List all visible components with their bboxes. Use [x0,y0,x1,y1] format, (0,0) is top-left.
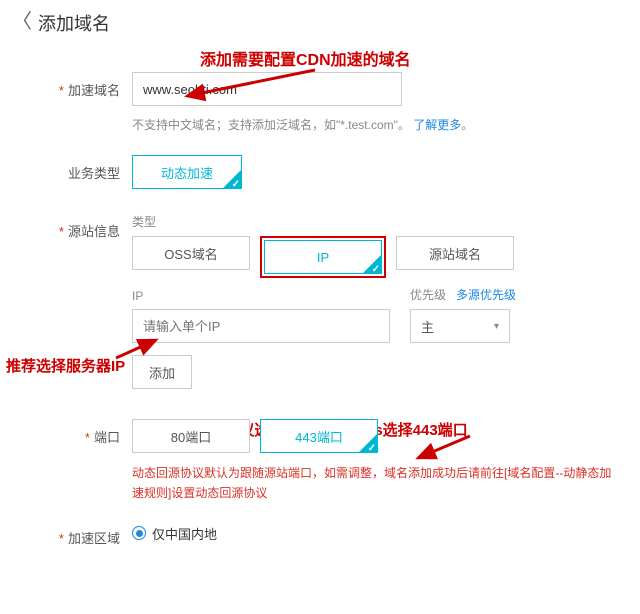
page-title: 添加域名 [38,10,110,36]
origin-type-oss[interactable]: OSS域名 [132,236,250,270]
priority-label: 优先级 [410,286,446,303]
back-icon[interactable]: 〈 [12,12,32,32]
label-domain: *加速域名 [12,72,132,99]
label-region: *加速区域 [12,520,132,547]
port-80-tile[interactable]: 80端口 [132,419,250,453]
add-origin-button[interactable]: 添加 [132,355,192,389]
chevron-down-icon: ▾ [494,321,499,332]
origin-ip-input[interactable] [132,309,390,343]
port-note: 动态回源协议默认为跟随源站端口，如需调整，域名添加成功后请前往[域名配置--动静… [132,463,618,504]
annotation-1: 添加需要配置CDN加速的域名 [200,46,411,70]
label-port: *端口 [12,419,132,446]
region-radio-cn-label: 仅中国内地 [152,524,217,543]
region-radio-cn[interactable] [132,526,146,540]
origin-type-ip[interactable]: IP [264,240,382,274]
origin-type-domain[interactable]: 源站域名 [396,236,514,270]
origin-type-label: 类型 [132,213,618,230]
label-origin: *源站信息 [12,213,132,240]
biz-type-tile[interactable]: 动态加速 [132,155,242,189]
label-biz: 业务类型 [12,155,132,182]
port-443-tile[interactable]: 443端口 [260,419,378,453]
learn-more-link[interactable]: 了解更多 [413,118,461,132]
priority-link[interactable]: 多源优先级 [456,286,516,303]
domain-help: 不支持中文域名；支持添加泛域名，如"*.test.com"。 了解更多。 [132,116,618,133]
priority-select[interactable]: 主 ▾ [410,309,510,343]
origin-ip-label: IP [132,289,390,303]
domain-input[interactable] [132,72,402,106]
